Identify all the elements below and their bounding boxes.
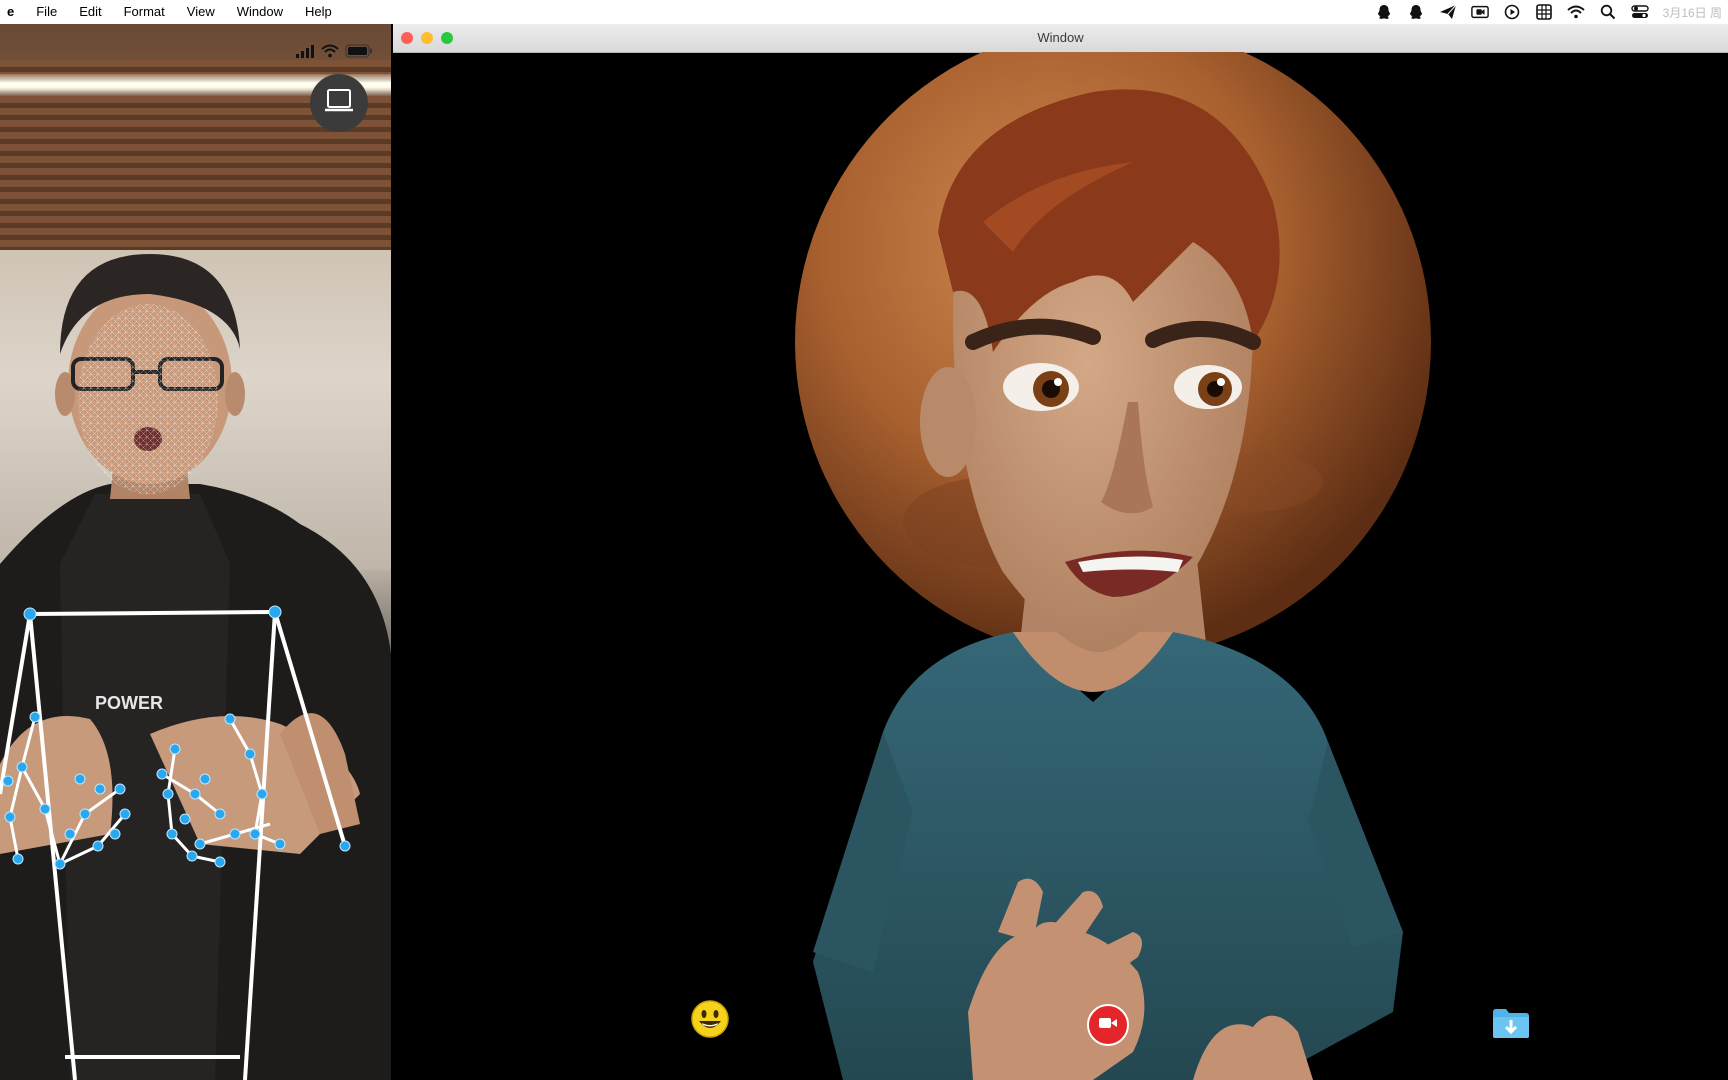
screen-record-icon[interactable] (1470, 4, 1489, 20)
record-video-icon (1098, 1016, 1118, 1035)
app-menu[interactable]: e (0, 0, 25, 24)
camera-preview-panel: POWER (0, 24, 391, 1080)
menu-list: e File Edit Format View Window Help (0, 0, 343, 24)
tracked-person: POWER (0, 254, 391, 1080)
send-icon[interactable] (1439, 4, 1457, 20)
window-title: Window (1037, 30, 1084, 45)
download-button[interactable] (1490, 1004, 1532, 1046)
shirt-logo: POWER (95, 693, 163, 713)
menu-bar: e File Edit Format View Window Help 3月16… (0, 0, 1728, 24)
emoji-icon (690, 999, 730, 1044)
menu-view[interactable]: View (176, 0, 226, 24)
signal-icon (295, 44, 315, 63)
menu-edit[interactable]: Edit (68, 0, 112, 24)
laptop-icon (324, 88, 354, 119)
status-area: 3月16日 周 (1375, 0, 1728, 24)
emoji-button[interactable] (689, 999, 731, 1044)
record-button[interactable] (1087, 1004, 1129, 1046)
wifi-icon[interactable] (1566, 4, 1585, 20)
avatar-scene (795, 52, 1431, 1080)
battery-icon (345, 44, 373, 63)
play-icon[interactable] (1503, 4, 1521, 20)
menu-format[interactable]: Format (113, 0, 176, 24)
grid-icon[interactable] (1535, 4, 1553, 20)
download-folder-icon (1491, 1006, 1531, 1045)
menu-help[interactable]: Help (294, 0, 343, 24)
avatar-window: Window (393, 24, 1728, 1080)
menu-clock[interactable]: 3月16日 周 (1663, 4, 1722, 21)
control-center-icon[interactable] (1630, 4, 1649, 20)
qq-icon[interactable] (1375, 4, 1393, 20)
phone-status-bar (295, 44, 373, 63)
window-titlebar: Window (393, 24, 1728, 53)
switch-device-button[interactable] (310, 74, 368, 132)
menu-window[interactable]: Window (226, 0, 294, 24)
wifi-icon (321, 44, 339, 63)
search-icon[interactable] (1599, 4, 1617, 20)
menu-file[interactable]: File (25, 0, 68, 24)
qq-icon[interactable] (1407, 4, 1425, 20)
